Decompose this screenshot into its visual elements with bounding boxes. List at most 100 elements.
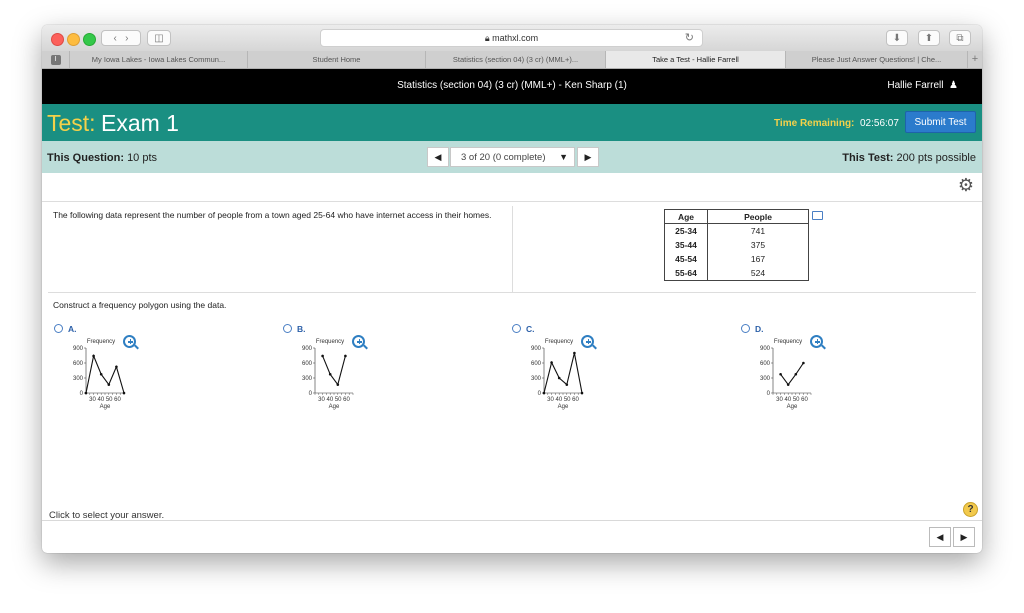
zoom-in-icon[interactable] bbox=[581, 335, 597, 350]
column-divider bbox=[512, 206, 513, 292]
polygon-line bbox=[322, 355, 346, 386]
option-label-a: A. bbox=[68, 324, 77, 334]
footer-next-button[interactable]: ▶ bbox=[953, 527, 975, 547]
frequency-polygon-a: Frequency900 600 300 0 30 40 50 60Age bbox=[73, 339, 126, 410]
forward-icon[interactable]: › bbox=[125, 33, 128, 44]
user-menu[interactable]: Hallie Farrell ♟ bbox=[887, 80, 958, 91]
radio-button-a[interactable] bbox=[54, 324, 63, 333]
time-remaining-value: 02:56:07 bbox=[860, 118, 899, 129]
tabs-overview-button[interactable]: ⧉ bbox=[949, 30, 971, 46]
help-icon[interactable]: ? bbox=[963, 502, 978, 517]
y-tick-label: 300 bbox=[531, 376, 542, 382]
back-icon[interactable]: ‹ bbox=[113, 33, 116, 44]
footer-previous-button[interactable]: ◀ bbox=[929, 527, 951, 547]
data-point bbox=[92, 354, 95, 358]
browser-window: ‹ › ◫ 🔒︎ mathxl.com ↻ ⬇ ⬆ ⧉ I My Iowa La… bbox=[42, 25, 982, 553]
data-point bbox=[107, 383, 111, 386]
problem-text: The following data represent the number … bbox=[53, 210, 492, 220]
y-tick-label: 900 bbox=[531, 346, 542, 352]
x-tick-labels: 30 40 50 60 bbox=[318, 397, 350, 403]
graph-title: Frequency bbox=[316, 339, 344, 345]
previous-question-button[interactable]: ◀ bbox=[427, 147, 449, 167]
popout-table-icon[interactable] bbox=[812, 211, 823, 220]
section-divider bbox=[48, 292, 976, 293]
zoom-in-icon[interactable] bbox=[352, 335, 368, 350]
tab-take-a-test[interactable]: Take a Test - Hallie Farrell bbox=[606, 51, 786, 68]
tab-iowa-lakes[interactable]: My Iowa Lakes - Iowa Lakes Commun... bbox=[70, 51, 248, 68]
data-point bbox=[802, 361, 805, 365]
minimize-window-button[interactable] bbox=[67, 33, 80, 46]
share-button[interactable]: ⬆ bbox=[918, 30, 940, 46]
data-point bbox=[542, 391, 546, 395]
tabs-icon: ⧉ bbox=[956, 33, 964, 44]
table-header-row: Age People bbox=[664, 209, 809, 224]
zoom-window-button[interactable] bbox=[83, 33, 96, 46]
table-cell-age: 35-44 bbox=[664, 238, 708, 252]
sidebar-toggle-button[interactable]: ◫ bbox=[147, 30, 171, 46]
next-question-button[interactable]: ▶ bbox=[577, 147, 599, 167]
reload-icon[interactable]: ↻ bbox=[685, 30, 694, 46]
data-point bbox=[557, 376, 561, 380]
data-point bbox=[573, 351, 576, 355]
y-tick-label: 600 bbox=[531, 361, 542, 367]
graph-title: Frequency bbox=[545, 339, 573, 345]
radio-button-d[interactable] bbox=[741, 324, 750, 333]
zoom-in-icon[interactable] bbox=[810, 335, 826, 350]
radio-button-c[interactable] bbox=[512, 324, 521, 333]
exam-header: Test: Exam 1 Time Remaining: 02:56:07 Su… bbox=[42, 104, 982, 141]
y-tick-label: 300 bbox=[302, 376, 313, 382]
x-tick-labels: 30 40 50 60 bbox=[776, 397, 808, 403]
exam-name: Exam 1 bbox=[101, 110, 179, 136]
x-axis-label: Age bbox=[787, 404, 798, 410]
tab-chegg[interactable]: Please Just Answer Questions! | Che... bbox=[786, 51, 968, 68]
answer-option-c[interactable]: C. Frequency 900 600 300 0 30 40 50 60 Age bbox=[512, 322, 652, 432]
table-cell-people: 375 bbox=[707, 238, 809, 252]
graph-title: Frequency bbox=[774, 339, 802, 345]
new-tab-button[interactable]: + bbox=[968, 51, 982, 68]
table-row: 35-44 375 bbox=[664, 238, 809, 252]
table-header-people: People bbox=[707, 209, 809, 224]
user-name: Hallie Farrell bbox=[887, 80, 944, 91]
zoom-in-icon[interactable] bbox=[123, 335, 139, 350]
address-bar[interactable]: 🔒︎ mathxl.com ↻ bbox=[320, 29, 703, 47]
x-axis-label: Age bbox=[558, 404, 569, 410]
polygon-line bbox=[543, 352, 583, 394]
test-points: This Test: 200 pts possible bbox=[842, 152, 976, 164]
data-point bbox=[336, 383, 340, 386]
data-point bbox=[328, 372, 332, 376]
question-points: This Question: 10 pts bbox=[47, 152, 157, 164]
y-tick-label: 600 bbox=[302, 361, 313, 367]
table-cell-people: 524 bbox=[707, 266, 809, 281]
data-point bbox=[580, 391, 584, 395]
radio-button-b[interactable] bbox=[283, 324, 292, 333]
table-row: 55-64 524 bbox=[664, 266, 809, 281]
tab-statistics[interactable]: Statistics (section 04) (3 cr) (MML+)... bbox=[426, 51, 606, 68]
tab-student-home[interactable]: Student Home bbox=[248, 51, 426, 68]
click-hint: Click to select your answer. bbox=[49, 510, 165, 521]
tab-bar: I My Iowa Lakes - Iowa Lakes Commun... S… bbox=[42, 51, 982, 69]
y-tick-label: 0 bbox=[538, 391, 542, 397]
submit-test-button[interactable]: Submit Test bbox=[905, 111, 976, 133]
tool-row: ⚙ bbox=[42, 173, 982, 202]
y-tick-label: 0 bbox=[767, 391, 771, 397]
y-tick-label: 0 bbox=[80, 391, 84, 397]
data-table: Age People 25-34 741 35-44 375 45-54 167… bbox=[664, 209, 809, 281]
table-cell-age: 55-64 bbox=[664, 266, 708, 281]
downloads-button[interactable]: ⬇ bbox=[886, 30, 908, 46]
data-point bbox=[344, 354, 347, 358]
lock-icon: 🔒︎ bbox=[484, 33, 490, 43]
instruction-text: Construct a frequency polygon using the … bbox=[53, 300, 227, 310]
option-label-d: D. bbox=[755, 324, 764, 334]
back-forward-buttons[interactable]: ‹ › bbox=[101, 30, 141, 46]
frequency-polygon-c: Frequency900 600 300 0 30 40 50 60Age bbox=[531, 339, 584, 410]
gear-icon[interactable]: ⚙ bbox=[958, 175, 974, 196]
close-window-button[interactable] bbox=[51, 33, 64, 46]
caret-down-icon: ▼ bbox=[559, 152, 568, 162]
question-navigator-select[interactable]: 3 of 20 (0 complete) ▼ bbox=[450, 147, 575, 167]
question-navigator-value: 3 of 20 (0 complete) bbox=[461, 152, 546, 163]
question-points-label: This Question: bbox=[47, 152, 124, 164]
pinned-tab[interactable]: I bbox=[42, 51, 70, 68]
answer-option-b[interactable]: B. Frequency 900 600 300 0 30 40 50 60 Age bbox=[283, 322, 423, 432]
answer-option-a[interactable]: A. Frequency 900 600 300 0 30 40 50 60 Age bbox=[54, 322, 194, 432]
answer-option-d[interactable]: D. Frequency 900 600 300 0 30 40 50 60 Age bbox=[741, 322, 881, 432]
